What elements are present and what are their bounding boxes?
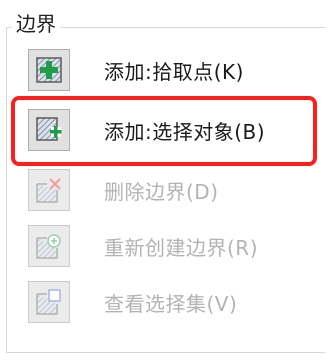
delete-boundary-button[interactable] xyxy=(28,169,70,211)
add-pick-points-label: 添加:拾取点(K) xyxy=(104,59,244,84)
recreate-boundary-icon xyxy=(36,234,61,259)
view-selection-set-label: 查看选择集(V) xyxy=(104,291,238,316)
recreate-boundary-label: 重新创建边界(R) xyxy=(104,235,259,260)
boundaries-panel: 边界 添加:拾取点(K) 添加:选择对象(B) 删除边界(D) 重新创建边界(R… xyxy=(0,0,330,360)
view-selection-set-button[interactable] xyxy=(28,281,70,323)
group-title: 边界 xyxy=(12,10,60,38)
add-pick-points-row[interactable]: 添加:拾取点(K) xyxy=(28,48,244,92)
recreate-boundary-row[interactable]: 重新创建边界(R) xyxy=(28,224,258,268)
view-selection-set-icon xyxy=(36,289,61,315)
highlight-box xyxy=(11,96,317,166)
delete-boundary-row[interactable]: 删除边界(D) xyxy=(28,168,219,212)
recreate-boundary-button[interactable] xyxy=(28,225,70,267)
view-selection-set-row[interactable]: 查看选择集(V) xyxy=(28,280,237,324)
add-pick-point-icon xyxy=(36,57,62,83)
delete-boundary-icon xyxy=(36,178,61,203)
delete-boundary-label: 删除边界(D) xyxy=(104,179,219,204)
add-pick-points-button[interactable] xyxy=(28,49,70,91)
